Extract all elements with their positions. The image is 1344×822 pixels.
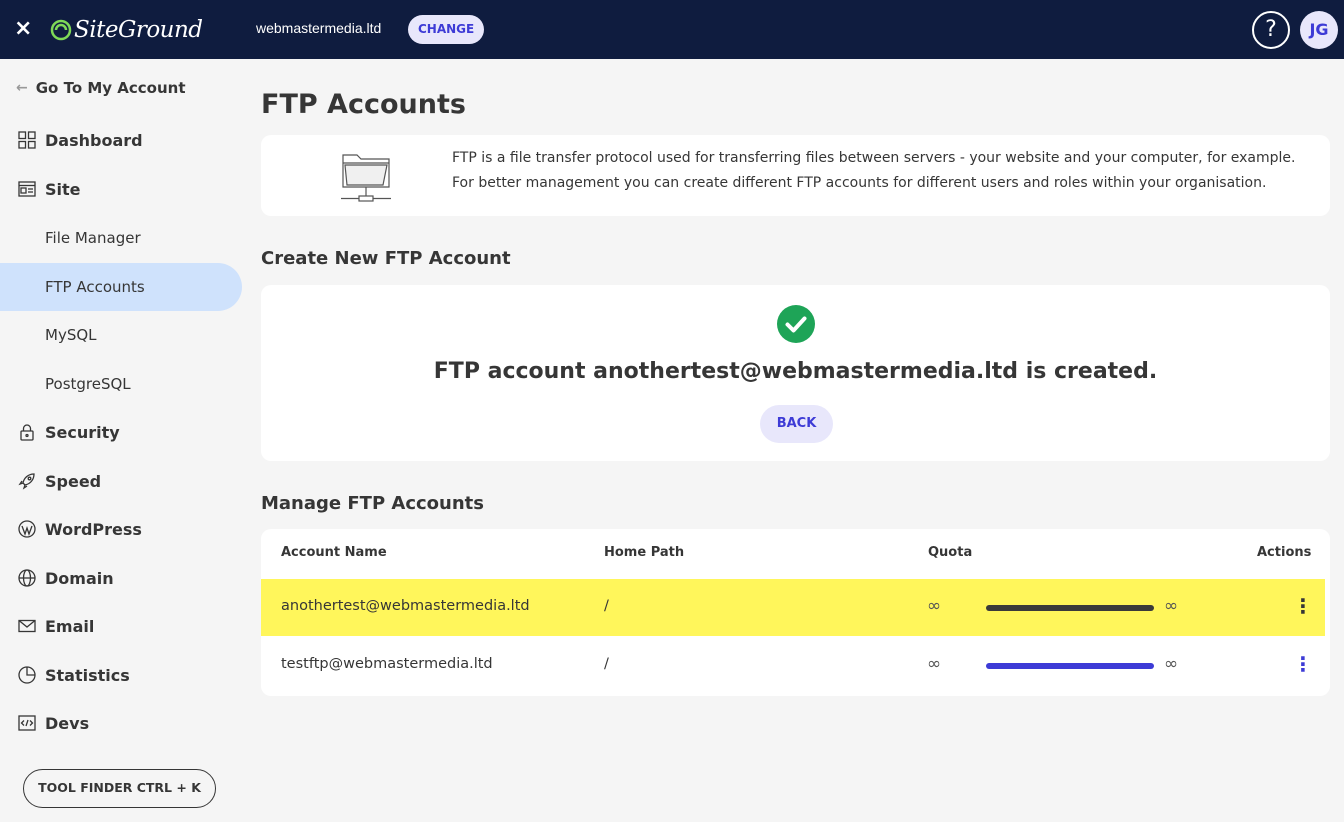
quota-bar [986, 663, 1154, 669]
sidebar-item-file-manager[interactable]: File Manager [0, 214, 242, 262]
go-to-my-account-link[interactable]: ← Go To My Account [16, 79, 186, 97]
table-row: testftp@webmastermedia.ltd / ∞ ∞ ⋮ [261, 637, 1325, 694]
column-header-account-name[interactable]: Account Name [281, 545, 387, 560]
manage-section-title: Manage FTP Accounts [261, 493, 484, 514]
sidebar-item-label: WordPress [45, 519, 142, 539]
logo-swirl-icon [50, 19, 72, 41]
go-to-my-account-label: Go To My Account [35, 79, 186, 97]
account-name-cell: testftp@webmastermedia.ltd [281, 656, 493, 672]
quota-bar [986, 605, 1154, 611]
logo-text: SiteGround [74, 17, 203, 43]
grid-icon [18, 131, 36, 149]
intro-description: FTP is a file transfer protocol used for… [452, 150, 1296, 191]
account-name-cell: anothertest@webmastermedia.ltd [281, 598, 530, 614]
row-actions-kebab-icon[interactable]: ⋮ [1293, 594, 1313, 620]
sidebar-item-domain[interactable]: Domain [0, 554, 242, 602]
envelope-icon [18, 617, 36, 635]
rocket-icon [18, 472, 36, 490]
quota-used-value: ∞ [927, 596, 942, 616]
sidebar-item-label: Domain [45, 568, 114, 588]
sidebar-item-postgresql[interactable]: PostgreSQL [0, 360, 242, 408]
sidebar: ← Go To My Account Dashboard Site File M… [0, 59, 242, 822]
quota-total-value: ∞ [1164, 654, 1179, 674]
intro-card: FTP is a file transfer protocol used for… [261, 135, 1330, 216]
sidebar-item-speed[interactable]: Speed [0, 457, 242, 505]
sidebar-item-statistics[interactable]: Statistics [0, 651, 242, 699]
quota-total-value: ∞ [1164, 596, 1179, 616]
tool-finder-button[interactable]: TOOL FINDER CTRL + K [23, 769, 216, 808]
sidebar-item-site[interactable]: Site [0, 165, 242, 213]
main-content: FTP Accounts FTP is a file transfer prot… [242, 59, 1344, 822]
sidebar-item-devs[interactable]: Devs [0, 699, 242, 747]
site-icon [18, 180, 36, 198]
back-button[interactable]: BACK [760, 405, 833, 443]
sidebar-item-ftp-accounts[interactable]: FTP Accounts [0, 263, 242, 311]
page-title: FTP Accounts [261, 89, 466, 120]
sidebar-item-wordpress[interactable]: WordPress [0, 505, 242, 553]
home-path-cell: / [604, 656, 609, 672]
home-path-cell: / [604, 598, 609, 614]
sidebar-item-label: Security [45, 422, 120, 442]
code-icon [18, 714, 36, 732]
row-actions-kebab-icon[interactable]: ⋮ [1293, 652, 1313, 678]
change-site-button[interactable]: CHANGE [408, 15, 485, 44]
arrow-left-icon: ← [16, 80, 28, 96]
sidebar-item-mysql[interactable]: MySQL [0, 311, 242, 359]
sidebar-item-security[interactable]: Security [0, 408, 242, 456]
help-icon[interactable]: ? [1252, 11, 1290, 49]
column-header-quota[interactable]: Quota [928, 545, 972, 560]
sidebar-item-email[interactable]: Email [0, 602, 242, 650]
sidebar-item-dashboard[interactable]: Dashboard [0, 116, 242, 164]
account-created-card: FTP account anothertest@webmastermedia.l… [261, 285, 1330, 461]
quota-used-value: ∞ [927, 654, 942, 674]
globe-icon [18, 569, 36, 587]
sidebar-item-label: Speed [45, 471, 102, 491]
sidebar-item-label: Site [45, 179, 81, 199]
current-site-name: webmastermedia.ltd [256, 20, 382, 36]
siteground-logo[interactable]: SiteGround [50, 14, 203, 46]
success-check-icon [777, 305, 815, 343]
account-created-message: FTP account anothertest@webmastermedia.l… [433, 359, 1158, 384]
folder-network-icon [341, 154, 391, 202]
ftp-accounts-table: Account Name Home Path Quota Actions ano… [261, 529, 1330, 696]
top-bar: × SiteGround webmastermedia.ltd CHANGE ?… [0, 0, 1344, 59]
table-row: anothertest@webmastermedia.ltd / ∞ ∞ ⋮ [261, 579, 1325, 636]
create-section-title: Create New FTP Account [261, 248, 511, 269]
sidebar-item-label: Devs [45, 713, 90, 733]
user-avatar[interactable]: JG [1300, 11, 1338, 49]
column-header-home-path[interactable]: Home Path [604, 545, 684, 560]
wordpress-icon [18, 520, 36, 538]
sidebar-item-label: Dashboard [45, 130, 143, 150]
close-icon[interactable]: × [14, 18, 32, 40]
column-header-actions: Actions [1257, 545, 1312, 560]
lock-icon [18, 423, 36, 441]
sidebar-item-label: Email [45, 616, 95, 636]
sidebar-item-label: Statistics [45, 665, 130, 685]
pie-chart-icon [18, 666, 36, 684]
